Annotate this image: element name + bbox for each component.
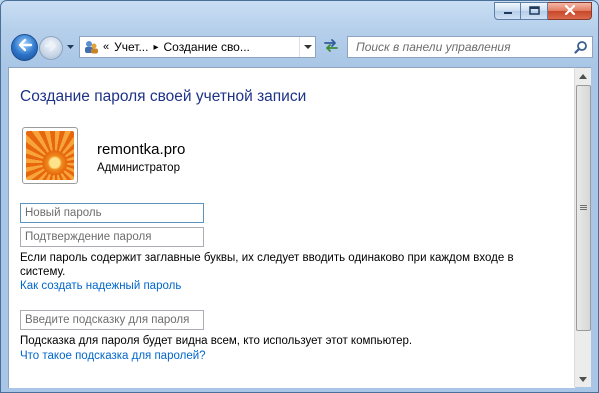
search-icon[interactable] <box>572 38 590 56</box>
back-arrow-icon <box>17 38 33 57</box>
confirm-password-field[interactable] <box>20 227 204 247</box>
grip-icon <box>580 205 587 211</box>
refresh-button[interactable] <box>318 36 344 58</box>
minimize-button[interactable] <box>494 2 521 20</box>
control-panel-window: « Учет... ▸ Создание сво... Создание <box>0 0 599 393</box>
breadcrumb-user-accounts[interactable]: Учет... <box>114 40 148 54</box>
address-overflow-chevron[interactable]: « <box>103 41 109 53</box>
user-name: remontka.pro <box>97 141 186 158</box>
avatar <box>22 127 78 184</box>
case-sensitivity-note: Если пароль содержит заглавные буквы, их… <box>20 252 514 278</box>
forward-arrow-icon <box>44 39 58 57</box>
address-bar[interactable]: « Учет... ▸ Создание сво... <box>79 36 316 58</box>
vertical-scrollbar[interactable] <box>574 67 591 387</box>
page-title: Создание пароля своей учетной записи <box>20 88 307 105</box>
scroll-down-icon <box>579 376 587 382</box>
back-button[interactable] <box>11 34 38 61</box>
password-hint-field[interactable] <box>20 310 204 330</box>
scroll-up-button[interactable] <box>575 68 591 84</box>
minimize-icon <box>503 2 513 20</box>
scrollbar-thumb[interactable] <box>576 85 591 331</box>
search-box[interactable] <box>347 36 593 58</box>
maximize-button[interactable] <box>521 2 548 20</box>
new-password-field[interactable] <box>20 203 204 223</box>
user-role: Администратор <box>97 162 180 174</box>
close-button[interactable] <box>548 2 592 20</box>
avatar-flower-image <box>26 131 74 180</box>
address-dropdown-button[interactable] <box>299 37 315 57</box>
scroll-up-icon <box>579 73 587 79</box>
strong-password-link[interactable]: Как создать надежный пароль <box>20 280 181 292</box>
chevron-down-icon <box>303 44 312 49</box>
refresh-icon <box>323 38 339 57</box>
caption-buttons <box>494 2 592 20</box>
navigation-bar: « Учет... ▸ Создание сво... <box>8 31 593 63</box>
scroll-down-button[interactable] <box>575 371 591 387</box>
breadcrumb-separator[interactable]: ▸ <box>153 42 158 53</box>
recent-pages-button[interactable] <box>66 41 75 51</box>
breadcrumb-create-password[interactable]: Создание сво... <box>163 40 249 54</box>
content-pane: Создание пароля своей учетной записи rem… <box>8 67 575 388</box>
search-input[interactable] <box>348 39 572 55</box>
close-icon <box>564 2 576 20</box>
hint-visibility-note: Подсказка для пароля будет видна всем, к… <box>20 335 413 347</box>
user-accounts-icon <box>82 38 100 56</box>
forward-button[interactable] <box>39 36 63 60</box>
maximize-icon <box>528 2 540 20</box>
recent-pages-dropdown-icon <box>66 37 75 55</box>
what-is-hint-link[interactable]: Что такое подсказка для паролей? <box>20 350 206 362</box>
